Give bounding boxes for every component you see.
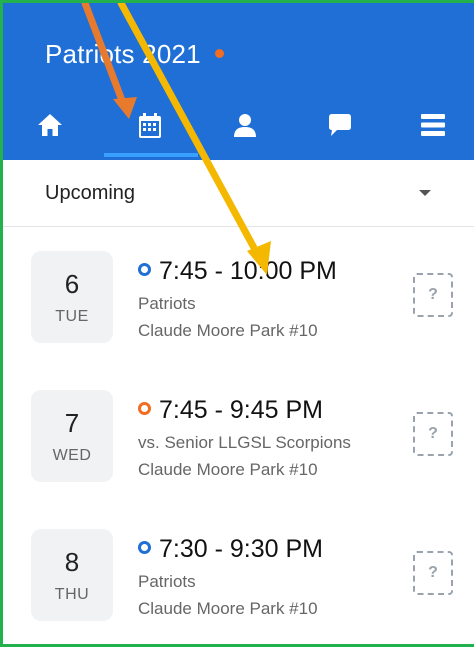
event-date-number: 6 (64, 269, 80, 299)
event-location: Claude Moore Park #10 (138, 321, 318, 340)
chat-bubble-icon (329, 114, 351, 136)
event-location: Claude Moore Park #10 (138, 460, 318, 479)
event-date-badge: 6 TUE (31, 251, 113, 343)
event-team: Patriots (138, 572, 196, 591)
event-row[interactable]: 7 WED 7:45 - 9:45 PM vs. Senior LLGSL Sc… (3, 382, 474, 512)
event-weekday: TUE (55, 308, 89, 325)
tab-chat[interactable] (293, 98, 387, 160)
event-date-badge: 8 THU (31, 529, 113, 621)
hamburger-menu-icon (421, 114, 445, 136)
event-team: Patriots (138, 294, 196, 313)
tab-schedule[interactable] (103, 98, 197, 160)
practice-indicator-icon (138, 541, 151, 554)
app-header: Patriots 2021 (3, 3, 474, 160)
chevron-down-icon (419, 190, 431, 196)
event-row[interactable]: 6 TUE 7:45 - 10:00 PM Patriots Claude Mo… (3, 243, 474, 373)
tab-bar (3, 98, 474, 160)
question-mark-icon: ? (428, 286, 438, 303)
app-frame: Patriots 2021 Upcoming 6 TUE 7:45 - 10:0… (0, 0, 474, 647)
tab-home[interactable] (3, 98, 97, 160)
status-dot (215, 49, 224, 58)
event-date-number: 8 (64, 547, 80, 577)
game-indicator-icon (138, 402, 151, 415)
calendar-icon (139, 113, 161, 138)
tab-roster[interactable] (198, 98, 292, 160)
person-icon (234, 114, 256, 137)
rsvp-button[interactable]: ? (413, 273, 453, 317)
rsvp-button[interactable]: ? (413, 412, 453, 456)
home-icon (38, 114, 62, 136)
event-location: Claude Moore Park #10 (138, 599, 318, 618)
question-mark-icon: ? (428, 564, 438, 581)
event-time: 7:30 - 9:30 PM (159, 535, 323, 563)
event-time: 7:45 - 10:00 PM (159, 257, 337, 285)
filter-selected-value: Upcoming (45, 182, 136, 204)
event-date-badge: 7 WED (31, 390, 113, 482)
active-tab-indicator (104, 153, 198, 157)
event-row[interactable]: 8 THU 7:30 - 9:30 PM Patriots Claude Moo… (3, 521, 474, 644)
event-time: 7:45 - 9:45 PM (159, 396, 323, 424)
team-title[interactable]: Patriots 2021 (45, 39, 201, 70)
event-opponent: vs. Senior LLGSL Scorpions (138, 433, 351, 452)
question-mark-icon: ? (428, 425, 438, 442)
event-date-number: 7 (64, 408, 80, 438)
event-weekday: WED (52, 447, 92, 464)
event-weekday: THU (54, 586, 90, 603)
tab-menu[interactable] (386, 98, 474, 160)
schedule-filter-dropdown[interactable]: Upcoming (3, 160, 474, 227)
practice-indicator-icon (138, 263, 151, 276)
rsvp-button[interactable]: ? (413, 551, 453, 595)
